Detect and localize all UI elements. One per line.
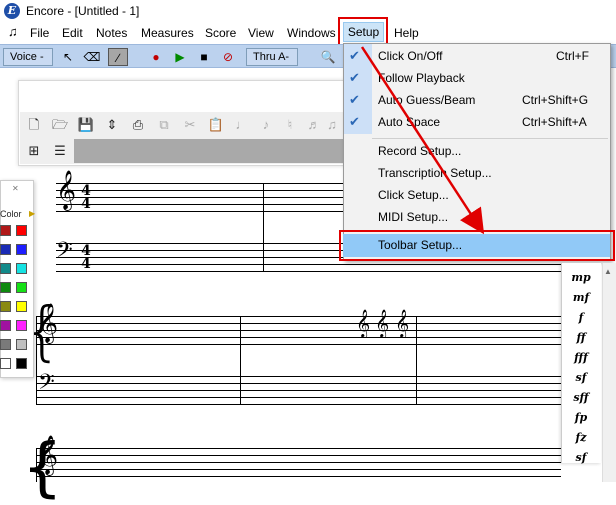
annotation-arrow <box>360 46 485 235</box>
